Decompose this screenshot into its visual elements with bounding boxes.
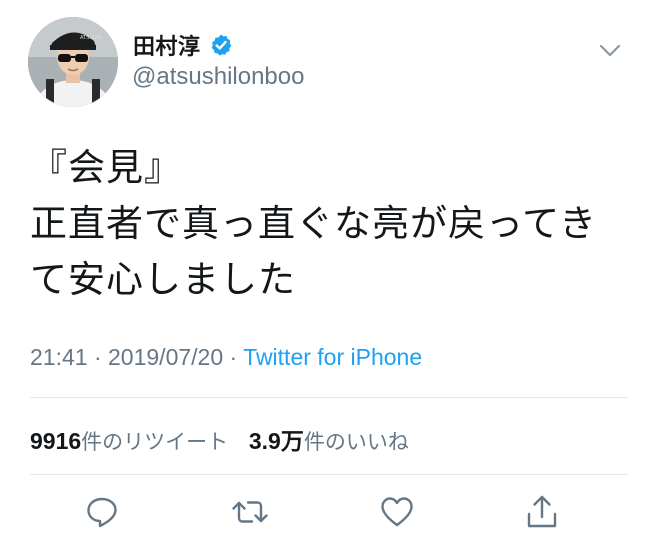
retweets-stat[interactable]: 9916件のリツイート (30, 426, 228, 456)
tweet-text-line: 正直者で真っ直ぐな亮が戻ってき (30, 202, 598, 245)
retweets-count: 9916 (30, 428, 82, 454)
like-button[interactable] (375, 490, 419, 534)
reply-icon (87, 497, 117, 528)
tweet-source-link[interactable]: Twitter for iPhone (243, 344, 422, 370)
tweet-meta: 21:41 · 2019/07/20 · Twitter for iPhone (30, 344, 422, 371)
meta-separator: · (223, 344, 244, 370)
tweet-text-line: 『会見』 (30, 146, 182, 189)
retweet-button[interactable] (228, 490, 272, 534)
reply-button[interactable] (80, 490, 124, 534)
likes-stat[interactable]: 3.9万件のいいね (249, 422, 409, 456)
tweet-date[interactable]: 2019/07/20 (108, 344, 223, 370)
avatar-image: ATSUSHI (28, 17, 118, 107)
likes-count: 3.9万 (248, 428, 304, 454)
tweet-text-line: て安心しました (30, 258, 296, 301)
user-handle[interactable]: @atsushilonboo (132, 63, 304, 91)
verified-badge-icon (209, 33, 233, 57)
tweet-stats: 9916件のリツイート 3.9万件のいいね (30, 422, 409, 456)
share-icon (527, 495, 557, 528)
tweet-time[interactable]: 21:41 (30, 344, 88, 370)
likes-label: 件のいいね (303, 430, 409, 454)
meta-separator: · (87, 344, 109, 370)
like-icon (381, 497, 413, 527)
tweet-menu-chevron-down-icon[interactable] (597, 40, 623, 62)
tweet-card: ATSUSHI 田村淳 @atsushilonboo 『会見』 正直者で真っ直ぐ… (0, 0, 650, 548)
divider (30, 474, 628, 475)
avatar[interactable]: ATSUSHI (28, 17, 118, 107)
retweets-label: 件のリツイート (81, 430, 229, 454)
author-name-row[interactable]: 田村淳 (133, 29, 233, 61)
share-button[interactable] (520, 490, 564, 534)
svg-text:ATSUSHI: ATSUSHI (80, 35, 101, 41)
tweet-actions (0, 490, 650, 534)
divider (30, 397, 628, 398)
retweet-icon (232, 501, 268, 523)
tweet-text: 『会見』 正直者で真っ直ぐな亮が戻ってき て安心しました (30, 140, 620, 308)
display-name[interactable]: 田村淳 (133, 29, 201, 61)
